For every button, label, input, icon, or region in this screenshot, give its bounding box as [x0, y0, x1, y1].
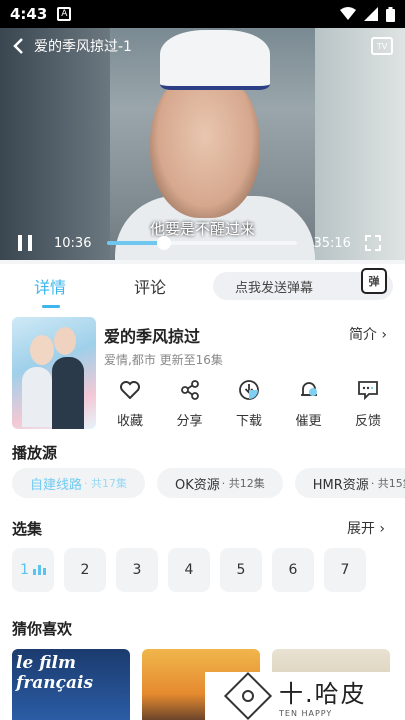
watermark-text: 十.哈皮 TEN HAPPY: [279, 674, 367, 718]
show-meta: 爱情,都市 更新至16集: [104, 353, 223, 367]
recommend-item[interactable]: le film français: [12, 649, 130, 720]
share-icon: [179, 379, 201, 401]
status-icons: [340, 6, 395, 22]
player-top-bar: 爱的季风掠过-1 TV: [0, 28, 405, 64]
poster-figure: [22, 367, 52, 427]
chevron-right-icon: ›: [381, 327, 387, 343]
heart-icon: [119, 379, 141, 401]
episodes-title: 选集: [12, 520, 43, 538]
video-title: 爱的季风掠过-1: [34, 39, 132, 55]
episode-item[interactable]: 5: [220, 548, 262, 592]
episode-list: 1 2 3 4 5 6 7: [12, 548, 366, 592]
watermark-name: 十.哈皮: [279, 680, 367, 708]
battery-icon: [386, 6, 395, 22]
danmu-input[interactable]: 点我发送弹幕 弹: [213, 268, 393, 300]
show-title: 爱的季风掠过: [104, 327, 201, 346]
playing-bars-icon: [32, 565, 46, 575]
progress-track[interactable]: [107, 236, 298, 250]
danmu-placeholder: 点我发送弹幕: [235, 280, 314, 296]
source-name: HMR资源: [312, 477, 369, 493]
status-time: 4:43: [10, 5, 48, 23]
back-icon[interactable]: [12, 37, 24, 55]
player-controls: 10:36 35:16: [0, 228, 405, 258]
danmu-icon[interactable]: 弹: [361, 268, 387, 294]
current-time: 10:36: [54, 235, 92, 251]
pause-icon[interactable]: [18, 235, 32, 251]
expand-episodes-button[interactable]: 展开 ›: [347, 518, 385, 538]
source-count: · 共17集: [84, 477, 128, 490]
episode-number: 1: [20, 562, 29, 578]
source-item[interactable]: 自建线路 · 共17集: [12, 468, 146, 498]
tab-comments[interactable]: 评论: [134, 274, 166, 298]
episode-item[interactable]: 2: [64, 548, 106, 592]
source-name: OK资源: [175, 477, 220, 493]
poster-figure: [52, 357, 84, 429]
signal-icon: [364, 7, 378, 21]
progress-fill: [107, 241, 165, 245]
status-bar: 4:43 A: [0, 0, 405, 28]
bell-icon: [298, 379, 320, 401]
notification-icon: A: [57, 7, 72, 21]
source-count: · 共12集: [221, 477, 265, 490]
source-list: 自建线路 · 共17集 OK资源 · 共12集 HMR资源 · 共15集: [12, 468, 405, 498]
watermark-sub: TEN HAPPY: [279, 709, 333, 718]
action-label: 下载: [235, 414, 262, 429]
total-time: 35:16: [313, 235, 351, 251]
chevron-right-icon: ›: [379, 521, 385, 537]
download-icon: [238, 379, 260, 401]
source-item[interactable]: HMR资源 · 共15集: [294, 468, 405, 498]
poster-face: [30, 335, 54, 365]
tab-details[interactable]: 详情: [34, 274, 66, 308]
episode-item[interactable]: 7: [324, 548, 366, 592]
fullscreen-icon[interactable]: [364, 235, 381, 251]
source-item[interactable]: OK资源 · 共12集: [157, 468, 283, 498]
action-row: 收藏 分享 下载 催更 反馈: [104, 379, 394, 429]
episode-item[interactable]: 4: [168, 548, 210, 592]
watermark-logo-icon: [223, 671, 273, 720]
action-label: 分享: [176, 414, 203, 429]
poster-face: [54, 327, 76, 355]
feedback-icon: [357, 379, 379, 401]
favorite-button[interactable]: 收藏: [104, 379, 156, 429]
show-poster[interactable]: [12, 317, 96, 429]
action-label: 收藏: [116, 414, 143, 429]
progress-knob[interactable]: [157, 236, 172, 250]
intro-label: 简介: [348, 327, 377, 343]
share-button[interactable]: 分享: [164, 379, 216, 429]
cast-tv-icon[interactable]: TV: [371, 37, 393, 55]
video-player[interactable]: 爱的季风掠过-1 TV 他要是不醒过来 10:36 35:16: [0, 28, 405, 260]
remind-update-button[interactable]: 催更: [283, 379, 335, 429]
detail-panel: 详情 评论 点我发送弹幕 弹 爱的季风掠过 爱情,都市 更新至16集 简介 › …: [0, 264, 405, 720]
video-figure-face: [150, 68, 260, 218]
source-count: · 共15集: [370, 477, 405, 490]
episode-item[interactable]: 1: [12, 548, 54, 592]
action-label: 催更: [295, 414, 322, 429]
feedback-button[interactable]: 反馈: [342, 379, 394, 429]
expand-label: 展开: [346, 521, 375, 537]
episode-item[interactable]: 3: [116, 548, 158, 592]
action-label: 反馈: [354, 414, 381, 429]
wifi-icon: [340, 7, 356, 20]
episode-item[interactable]: 6: [272, 548, 314, 592]
source-name: 自建线路: [30, 477, 83, 493]
sources-title: 播放源: [12, 444, 58, 462]
intro-link[interactable]: 简介 ›: [349, 324, 387, 344]
download-button[interactable]: 下载: [223, 379, 275, 429]
recommend-title: 猜你喜欢: [12, 620, 73, 638]
watermark: 十.哈皮 TEN HAPPY: [205, 671, 405, 720]
recommend-caption: le film français: [16, 653, 94, 693]
